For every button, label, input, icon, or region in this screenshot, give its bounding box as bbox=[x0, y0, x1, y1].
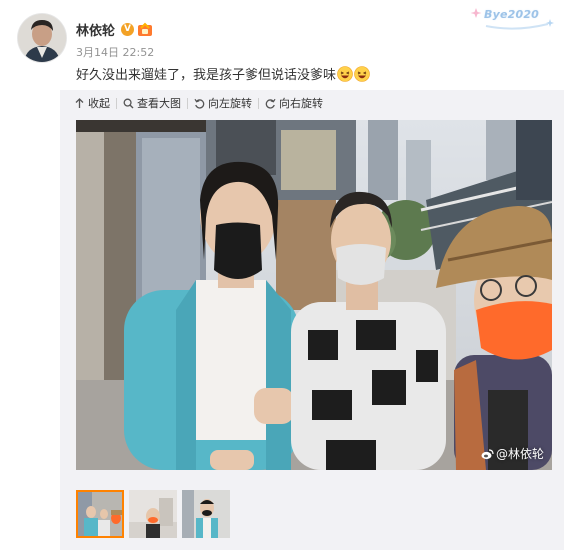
media-toolbar: 收起 查看大图 向左旋转 向右旋转 bbox=[74, 94, 323, 112]
thumbnail-image bbox=[78, 492, 122, 536]
magnifier-icon bbox=[123, 98, 134, 108]
rotate-right-icon bbox=[265, 98, 276, 109]
view-large-label: 查看大图 bbox=[137, 97, 181, 110]
rotate-right-label: 向右旋转 bbox=[279, 97, 323, 110]
weibo-logo-icon bbox=[481, 448, 494, 459]
post-timestamp[interactable]: 3月14日 22:52 bbox=[76, 44, 154, 60]
author-avatar[interactable] bbox=[18, 14, 66, 62]
card-decoration: Bye2020 bbox=[466, 2, 556, 32]
media-panel: 收起 查看大图 向左旋转 向右旋转 @林依轮 bbox=[60, 90, 564, 550]
view-large-button[interactable]: 查看大图 bbox=[123, 95, 181, 111]
post-photo[interactable]: @林依轮 bbox=[76, 120, 552, 470]
thumbnail-image bbox=[182, 490, 230, 538]
thumbnail-strip bbox=[76, 490, 235, 538]
toolbar-divider bbox=[187, 97, 188, 109]
rotate-left-label: 向左旋转 bbox=[208, 97, 252, 110]
laughing-face-emoji-icon bbox=[337, 65, 353, 82]
toolbar-divider bbox=[258, 97, 259, 109]
thumbnail-image bbox=[129, 490, 177, 538]
thumbnail-1[interactable] bbox=[76, 490, 124, 538]
decoration-text: Bye2020 bbox=[484, 8, 540, 21]
verified-badge-icon: V bbox=[121, 22, 135, 36]
thumbnail-3[interactable] bbox=[182, 490, 230, 538]
collapse-button[interactable]: 收起 bbox=[74, 95, 110, 111]
post-content: 好久没出来遛娃了，我是孩子爹但说话没爹味 bbox=[76, 64, 370, 83]
rotate-right-button[interactable]: 向右旋转 bbox=[265, 95, 323, 111]
laughing-face-emoji-icon bbox=[354, 65, 370, 82]
watermark-text: @林依轮 bbox=[495, 447, 544, 461]
thumbnail-2[interactable] bbox=[129, 490, 177, 538]
member-badge-icon bbox=[138, 22, 153, 36]
photo-illustration bbox=[76, 120, 552, 470]
author-row: 林依轮 V bbox=[76, 20, 153, 39]
avatar-image bbox=[18, 14, 66, 62]
rotate-left-button[interactable]: 向左旋转 bbox=[194, 95, 252, 111]
photo-watermark: @林依轮 bbox=[481, 445, 544, 462]
rotate-left-icon bbox=[194, 98, 205, 109]
author-name[interactable]: 林依轮 bbox=[76, 20, 115, 39]
toolbar-divider bbox=[116, 97, 117, 109]
collapse-icon bbox=[75, 97, 84, 108]
collapse-label: 收起 bbox=[88, 97, 110, 110]
post-text: 好久没出来遛娃了，我是孩子爹但说话没爹味 bbox=[76, 68, 337, 83]
